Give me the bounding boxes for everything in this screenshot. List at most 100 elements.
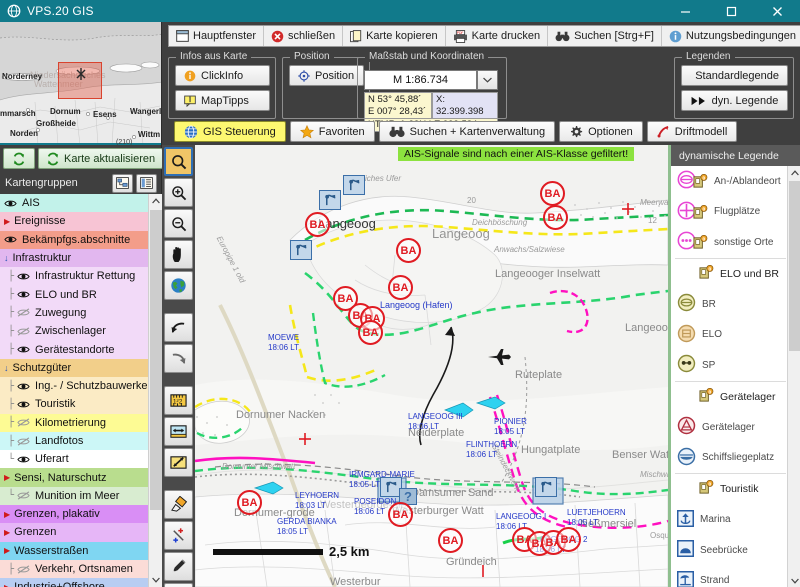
- visibility-on-icon[interactable]: [4, 199, 17, 208]
- pencil-icon[interactable]: [164, 552, 193, 581]
- expand-triangle-icon[interactable]: ▶: [4, 217, 10, 226]
- expand-triangle-icon[interactable]: ▶: [4, 546, 10, 555]
- kartengruppen-tree[interactable]: AIS ▶ Ereignisse Bekämpfgs.abschnitte ↓ Infra…: [0, 194, 148, 587]
- zoom-out-icon[interactable]: [164, 209, 193, 238]
- visibility-off-icon[interactable]: [17, 436, 30, 446]
- tab-suchen-kartenverwaltung[interactable]: Suchen + Kartenverwaltung: [378, 121, 556, 142]
- tab-driftmodell[interactable]: Driftmodell: [646, 121, 738, 142]
- standardlegende-button[interactable]: Standardlegende: [681, 65, 788, 86]
- visibility-off-icon[interactable]: [17, 491, 30, 500]
- tree-item-ing-schutzbauwerke[interactable]: ├ Ing.- / Schutzbauwerke: [0, 376, 148, 396]
- maptipps-button[interactable]: MapTipps: [175, 90, 270, 111]
- tree-item-elo-und-br[interactable]: ├ ELO und BR: [0, 285, 148, 304]
- tree-item-infrastruktur-rettung[interactable]: ├ Infrastruktur Rettung: [0, 267, 148, 286]
- collapse-arrow-icon[interactable]: ↓: [4, 363, 9, 373]
- ba-marker[interactable]: BA: [305, 212, 330, 237]
- visibility-on-icon[interactable]: [17, 455, 30, 464]
- ba-marker[interactable]: BA: [237, 490, 262, 515]
- legend-item-marina[interactable]: Marina: [671, 505, 790, 536]
- legend-item-sp[interactable]: SP: [671, 350, 790, 381]
- ba-marker[interactable]: BA: [388, 502, 413, 527]
- tree-item-munition-im-meer[interactable]: └ Munition im Meer: [0, 486, 148, 506]
- tab-optionen[interactable]: Optionen: [559, 121, 643, 142]
- expand-triangle-icon[interactable]: ▶: [4, 473, 10, 482]
- scale-value[interactable]: M 1:86.734: [364, 70, 477, 90]
- expand-triangle-icon[interactable]: ▶: [4, 510, 10, 519]
- position-button[interactable]: Position: [289, 65, 364, 86]
- ba-marker[interactable]: BA: [556, 527, 581, 552]
- undo-arrow-icon[interactable]: [164, 313, 193, 342]
- ais-ship-label[interactable]: LUETJEHOERN 18:05 LT: [567, 508, 626, 527]
- point-add-icon[interactable]: [164, 521, 193, 550]
- ais-ship-label[interactable]: MOEWE 18:06 LT: [268, 333, 299, 352]
- map-pin[interactable]: [290, 240, 312, 260]
- ais-ship-label[interactable]: IRMGARD-MARIE 18:05 LT: [349, 470, 415, 489]
- menu-karte-kopieren[interactable]: Karte kopieren: [343, 26, 446, 46]
- tab-favoriten[interactable]: Favoriten: [289, 121, 375, 142]
- menu-nutzungsbedingungen[interactable]: Nutzungsbedingungen: [661, 26, 800, 46]
- visibility-off-icon[interactable]: [17, 308, 30, 318]
- map-pin[interactable]: [343, 175, 365, 195]
- visibility-on-icon[interactable]: [17, 345, 30, 354]
- pan-hand-icon[interactable]: [164, 240, 193, 269]
- tree-item-ereignisse[interactable]: ▶ Ereignisse: [0, 212, 148, 231]
- ais-ship-label[interactable]: GERDA BIANKA 18:05 LT: [277, 517, 337, 536]
- tree-item-grenzen-plakativ[interactable]: ▶ Grenzen, plakativ: [0, 505, 148, 524]
- scatter-red-icon[interactable]: [164, 583, 193, 587]
- map-pin[interactable]: [535, 477, 557, 497]
- tree-item-zwischenlager[interactable]: ├ Zwischenlager: [0, 322, 148, 341]
- minimize-button[interactable]: [662, 0, 708, 22]
- tree-item-ais[interactable]: AIS: [0, 194, 148, 213]
- legend-item-schiffsliegeplatz[interactable]: Schiffsliegeplatz: [671, 443, 790, 474]
- menu-schliessen[interactable]: schließen: [263, 26, 344, 46]
- legend-item-elo[interactable]: ELO: [671, 320, 790, 351]
- karte-aktualisieren-button[interactable]: Karte aktualisieren: [38, 148, 164, 169]
- maximize-button[interactable]: [708, 0, 754, 22]
- legend-scroll-thumb[interactable]: [789, 181, 800, 351]
- tree-item-zuwegung[interactable]: ├ Zuwegung: [0, 303, 148, 323]
- visibility-off-icon[interactable]: [17, 418, 30, 427]
- ais-ship-label[interactable]: LEYHOERN 18:03 LT: [295, 491, 339, 510]
- dyn-legende-button[interactable]: dyn. Legende: [681, 90, 788, 111]
- tree-scrollbar[interactable]: [148, 194, 163, 587]
- menu-karte-drucken[interactable]: PDF Karte drucken: [445, 26, 549, 46]
- ba-marker[interactable]: BA: [396, 238, 421, 263]
- tree-scroll-up[interactable]: [149, 194, 163, 208]
- legend-item-br[interactable]: BR: [671, 289, 790, 320]
- tree-item-schutzg-ter[interactable]: ↓ Schutzgüter: [0, 358, 148, 377]
- visibility-on-icon[interactable]: [17, 382, 30, 391]
- legend-item-touristik[interactable]: 0 Touristik: [671, 474, 790, 505]
- magnifier-icon[interactable]: [164, 147, 193, 176]
- expand-triangle-icon[interactable]: ▶: [4, 583, 10, 587]
- measure-area-icon[interactable]: [164, 448, 193, 477]
- clickinfo-button[interactable]: ClickInfo: [175, 65, 270, 86]
- visibility-on-icon[interactable]: [17, 400, 30, 409]
- tab-gis-steuerung[interactable]: GIS Steuerung: [174, 121, 286, 142]
- ais-ship-label[interactable]: PIONIER 18:05 LT: [494, 417, 527, 436]
- tree-scroll-down[interactable]: [149, 573, 163, 587]
- measure-distance-icon[interactable]: [164, 417, 193, 446]
- tree-item-touristik[interactable]: ├ Touristik: [0, 395, 148, 414]
- expand-tree-button[interactable]: [112, 173, 133, 193]
- tree-item-ger-testandorte[interactable]: ├ Gerätestandorte: [0, 340, 148, 359]
- tree-item-kilometrierung[interactable]: ├ Kilometrierung: [0, 413, 148, 432]
- collapse-arrow-icon[interactable]: ↓: [4, 253, 9, 263]
- refresh-icon-button[interactable]: [3, 148, 35, 169]
- ais-ship-label[interactable]: FLINTHOERN 18:06 LT: [466, 440, 517, 459]
- visibility-on-icon[interactable]: [17, 290, 30, 299]
- zoom-in-icon[interactable]: [164, 178, 193, 207]
- legend-item-ger-telager[interactable]: 0 Gerätelager: [671, 382, 790, 413]
- close-button[interactable]: [754, 0, 800, 22]
- tree-item-infrastruktur[interactable]: ↓ Infrastruktur: [0, 248, 148, 268]
- redo-arrow-icon[interactable]: [164, 344, 193, 373]
- visibility-off-icon[interactable]: [17, 564, 30, 574]
- legend-item-sonstige-orte[interactable]: 0 sonstige Orte: [671, 227, 790, 258]
- scale-dropdown-button[interactable]: [477, 70, 498, 90]
- legend-scroll-up[interactable]: [788, 166, 800, 179]
- ais-ship-label[interactable]: LANGEOOG III 18:06 LT: [408, 412, 463, 431]
- ba-marker[interactable]: BA: [388, 275, 413, 300]
- eraser-icon[interactable]: [164, 490, 193, 519]
- legend-scroll-down[interactable]: [788, 574, 800, 587]
- visibility-off-icon[interactable]: [17, 327, 30, 336]
- menu-hauptfenster[interactable]: Hauptfenster: [169, 26, 264, 46]
